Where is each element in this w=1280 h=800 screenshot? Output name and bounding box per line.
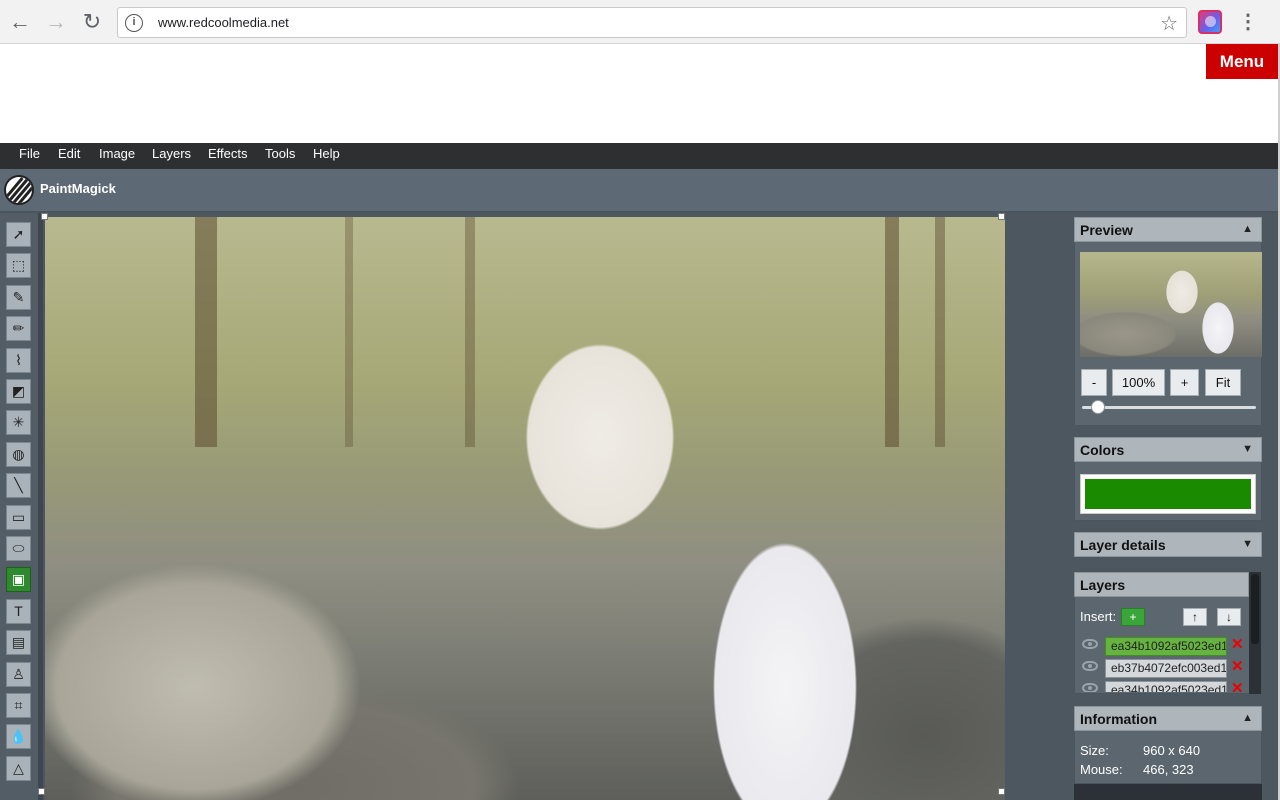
expand-icon[interactable]: ▼ — [1242, 443, 1253, 455]
menu-tools[interactable]: Tools — [265, 146, 295, 161]
rect-select-icon[interactable]: ⬚ — [6, 253, 31, 279]
eraser-icon[interactable]: ◩ — [6, 379, 31, 404]
layer-name[interactable]: eb37b4072efc003ed1 — [1105, 659, 1227, 678]
layer-name[interactable]: ea34b1092af5023ed1 — [1105, 637, 1227, 656]
pencil-icon[interactable]: ✏ — [6, 316, 31, 342]
panel-footer — [1074, 784, 1262, 800]
extension-icon[interactable] — [1198, 10, 1222, 34]
menu-effects[interactable]: Effects — [208, 146, 248, 161]
eye-icon[interactable] — [1082, 639, 1098, 649]
canvas-handle-bottom-right[interactable] — [998, 788, 1005, 795]
menu-edit[interactable]: Edit — [58, 146, 80, 161]
rectangle-icon[interactable]: ▭ — [6, 504, 31, 530]
tool-palette: ➚ ⬚ ✎ ✏ ⌇ ◩ ✳ ◍ ╲ ▭ ⬭ ▣ T ▤ ♙ ⌗ 💧 △ — [0, 213, 38, 800]
current-color-swatch[interactable] — [1085, 479, 1251, 509]
information-panel-header[interactable]: Information ▲ — [1074, 706, 1262, 731]
app-title: PaintMagick — [40, 181, 116, 196]
zoom-value[interactable]: 100% — [1112, 369, 1165, 396]
image-icon[interactable]: ▣ — [6, 567, 31, 593]
insert-label: Insert: — [1080, 609, 1117, 624]
eyedropper-icon[interactable]: ⌇ — [6, 347, 31, 373]
shape-icon[interactable]: ⬭ — [6, 536, 31, 561]
size-label: Size: — [1080, 743, 1109, 758]
zoom-slider-track[interactable] — [1082, 406, 1256, 409]
line-icon[interactable]: ╲ — [6, 473, 31, 499]
gradient-icon[interactable]: ▤ — [6, 630, 31, 656]
brush-icon[interactable]: ✎ — [6, 284, 31, 310]
move-layer-up-button[interactable]: ↑ — [1183, 608, 1207, 626]
crop-icon[interactable]: ⌗ — [6, 693, 31, 718]
menu-file[interactable]: File — [19, 146, 40, 161]
mouse-value: 466, 323 — [1143, 762, 1194, 777]
eye-icon[interactable] — [1082, 661, 1098, 671]
layer-details-header[interactable]: Layer details ▼ — [1074, 532, 1262, 557]
move-layer-down-button[interactable]: ↓ — [1217, 608, 1241, 626]
mouse-label: Mouse: — [1080, 762, 1123, 777]
layer-row[interactable]: ea34b1092af5023ed1 ✕ — [1080, 679, 1248, 692]
menu-layers[interactable]: Layers — [152, 146, 191, 161]
layer-name[interactable]: ea34b1092af5023ed1 — [1105, 681, 1227, 692]
app-menubar: File Edit Image Layers Effects Tools Hel… — [0, 143, 1278, 169]
information-title: Information — [1080, 711, 1157, 727]
canvas-photo — [45, 217, 1005, 800]
canvas-handle-top-right[interactable] — [998, 213, 1005, 220]
menu-image[interactable]: Image — [99, 146, 135, 161]
zoom-in-button[interactable]: + — [1170, 369, 1199, 396]
add-layer-button[interactable]: + — [1121, 608, 1145, 626]
select-icon[interactable]: ➚ — [6, 222, 31, 247]
eye-icon[interactable] — [1082, 683, 1098, 692]
layer-row[interactable]: ea34b1092af5023ed1 ✕ — [1080, 635, 1248, 657]
preview-panel-header[interactable]: Preview ▲ — [1074, 217, 1262, 242]
info-size-row: Size: 960 x 640 — [1080, 743, 1200, 758]
toolbar-scrollbar[interactable] — [38, 213, 43, 800]
stamp-icon[interactable]: ♙ — [6, 661, 31, 687]
layers-panel-header: Layers — [1074, 572, 1249, 597]
menu-help[interactable]: Help — [313, 146, 340, 161]
delete-layer-icon[interactable]: ✕ — [1231, 679, 1244, 692]
bookmark-star-icon[interactable]: ☆ — [1160, 11, 1178, 36]
reload-icon[interactable]: ↻ — [80, 10, 104, 34]
size-value: 960 x 640 — [1143, 743, 1201, 758]
site-header: Menu — [0, 44, 1280, 143]
colors-panel-header[interactable]: Colors ▼ — [1074, 437, 1262, 462]
text-icon[interactable]: T — [6, 598, 31, 624]
colors-title: Colors — [1080, 442, 1125, 458]
layers-title: Layers — [1080, 577, 1126, 593]
preview-thumbnail[interactable] — [1080, 252, 1262, 357]
right-gutter — [1262, 213, 1278, 800]
layer-row[interactable]: eb37b4072efc003ed1 ✕ — [1080, 657, 1248, 679]
address-bar[interactable]: i www.redcoolmedia.net ☆ — [117, 7, 1187, 38]
site-menu-button[interactable]: Menu — [1206, 44, 1278, 79]
image-canvas[interactable] — [45, 217, 1005, 800]
magic-wand-icon[interactable]: ✳ — [6, 410, 31, 436]
info-icon[interactable]: i — [125, 14, 143, 32]
browser-menu-icon[interactable]: ⋮ — [1238, 10, 1258, 34]
zoom-fit-button[interactable]: Fit — [1205, 369, 1241, 396]
forward-icon[interactable]: → — [44, 10, 68, 34]
layers-scrollbar[interactable] — [1249, 572, 1261, 694]
app-logo-icon — [4, 175, 34, 205]
app-titlebar: PaintMagick — [0, 169, 1278, 213]
zoom-slider-knob[interactable] — [1090, 400, 1105, 414]
info-mouse-row: Mouse: 466, 323 — [1080, 762, 1194, 777]
layer-details-title: Layer details — [1080, 537, 1166, 553]
canvas-handle-bottom-left[interactable] — [38, 788, 45, 795]
sharpen-icon[interactable]: △ — [6, 755, 31, 781]
expand-icon[interactable]: ▼ — [1242, 538, 1253, 550]
url-text[interactable]: www.redcoolmedia.net — [158, 15, 289, 30]
zoom-out-button[interactable]: - — [1081, 369, 1107, 396]
collapse-icon[interactable]: ▲ — [1242, 223, 1253, 235]
delete-layer-icon[interactable]: ✕ — [1231, 635, 1244, 653]
fill-icon[interactable]: ◍ — [6, 441, 31, 467]
preview-title: Preview — [1080, 222, 1133, 238]
canvas-handle-top-left[interactable] — [41, 213, 48, 220]
layers-list: ea34b1092af5023ed1 ✕ eb37b4072efc003ed1 … — [1074, 634, 1249, 692]
collapse-icon[interactable]: ▲ — [1242, 712, 1253, 724]
blur-icon[interactable]: 💧 — [6, 724, 31, 750]
delete-layer-icon[interactable]: ✕ — [1231, 657, 1244, 675]
browser-toolbar: ← → ↻ i www.redcoolmedia.net ☆ ⋮ — [0, 0, 1280, 44]
back-icon[interactable]: ← — [8, 10, 32, 34]
